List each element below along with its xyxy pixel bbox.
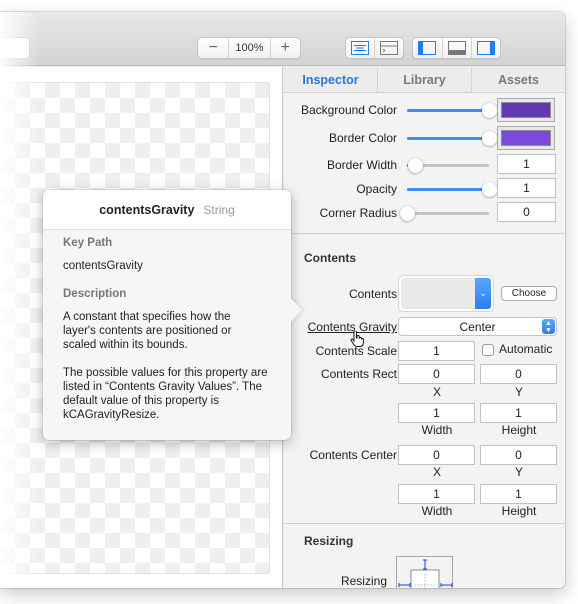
- width-caption: Width: [421, 423, 453, 437]
- background-color-row: Background Color: [284, 98, 565, 122]
- corner-radius-slider[interactable]: [400, 206, 489, 221]
- image-dropdown-button[interactable]: ⌄: [475, 278, 491, 309]
- toolbar: − 100% +: [0, 12, 565, 66]
- height-caption: Height: [501, 504, 537, 518]
- section-divider: [284, 233, 565, 234]
- background-color-swatch: [501, 102, 551, 118]
- resizing-section-title: Resizing: [304, 534, 354, 548]
- y-caption: Y: [514, 465, 523, 479]
- slider-knob[interactable]: [482, 103, 497, 118]
- slider-knob[interactable]: [400, 206, 415, 221]
- contents-image-well[interactable]: ⌄: [398, 275, 494, 312]
- background-color-slider[interactable]: [407, 103, 497, 118]
- height-caption: Height: [501, 423, 537, 437]
- inspector-panel: Inspector Library Assets Background Colo…: [284, 67, 565, 588]
- border-color-label: Border Color: [328, 131, 397, 145]
- border-color-row: Border Color: [284, 126, 565, 150]
- right-panel-icon: [476, 41, 495, 55]
- key-path-value: contentsGravity: [63, 260, 143, 272]
- editor-mode-control: [345, 37, 404, 59]
- zoom-control: − 100% +: [197, 37, 301, 59]
- border-color-swatch: [501, 130, 551, 146]
- border-width-row: Border Width 1: [284, 154, 565, 178]
- automatic-checkbox[interactable]: [482, 344, 494, 356]
- contents-rect-width-field[interactable]: 1: [398, 403, 475, 423]
- resizing-behavior-control[interactable]: [396, 556, 453, 588]
- choose-button[interactable]: Choose: [501, 286, 557, 301]
- slider-knob[interactable]: [482, 131, 497, 146]
- width-caption: Width: [421, 504, 453, 518]
- slider-knob[interactable]: [482, 182, 497, 197]
- description-title: Description: [63, 288, 127, 300]
- contents-center-label: Contents Center: [309, 448, 397, 462]
- zoom-level[interactable]: 100%: [228, 38, 269, 58]
- x-caption: X: [432, 385, 441, 399]
- border-color-well[interactable]: [497, 126, 555, 150]
- opacity-label: Opacity: [356, 182, 397, 196]
- toggle-left-panel-button[interactable]: [413, 38, 442, 58]
- code-editor-icon: [380, 41, 399, 55]
- property-help-popover: contentsGravity String Key Path contents…: [43, 190, 303, 440]
- x-caption: X: [432, 465, 441, 479]
- search-field[interactable]: [0, 37, 30, 59]
- description-paragraph-2: The possible values for this property ar…: [63, 367, 268, 421]
- corner-radius-field[interactable]: 0: [497, 202, 556, 222]
- automatic-label: Automatic: [499, 342, 553, 356]
- corner-radius-row: Corner Radius 0: [284, 202, 565, 226]
- border-width-field[interactable]: 1: [497, 154, 556, 174]
- resizing-behavior-label-line1: Resizing: [340, 574, 387, 588]
- panel-toggle-control: [412, 37, 501, 59]
- opacity-slider[interactable]: [407, 182, 497, 197]
- background-color-label: Background Color: [300, 103, 397, 117]
- tab-inspector[interactable]: Inspector: [284, 67, 377, 92]
- app-window: − 100% + Inspector Library Assets Backgr…: [0, 12, 565, 588]
- contents-rect-label: Contents Rect: [320, 367, 397, 381]
- toggle-bottom-panel-button[interactable]: [441, 38, 471, 58]
- background-color-well[interactable]: [497, 98, 555, 122]
- section-divider: [284, 523, 565, 524]
- border-width-label: Border Width: [326, 158, 397, 172]
- contents-scale-label: Contents Scale: [315, 344, 397, 358]
- zoom-out-button[interactable]: −: [198, 38, 228, 58]
- tab-library[interactable]: Library: [377, 67, 471, 92]
- popup-stepper-icon: ▲ ▼: [542, 319, 555, 334]
- left-panel-icon: [418, 41, 437, 55]
- contents-rect-y-field[interactable]: 0: [480, 364, 557, 384]
- corner-radius-label: Corner Radius: [319, 206, 397, 220]
- autoresizing-struts-icon: [398, 559, 453, 588]
- contents-gravity-value: Center: [459, 319, 496, 334]
- contents-center-y-field[interactable]: 0: [480, 445, 557, 465]
- opacity-field[interactable]: 1: [497, 178, 556, 198]
- border-color-slider[interactable]: [407, 131, 497, 146]
- popover-header: contentsGravity String: [43, 190, 291, 230]
- property-name: contentsGravity: [99, 202, 195, 217]
- contents-rect-height-field[interactable]: 1: [480, 403, 557, 423]
- contents-center-height-field[interactable]: 1: [480, 484, 557, 504]
- description-paragraph-1: A constant that specifies how the layer'…: [63, 311, 232, 351]
- key-path-title: Key Path: [63, 237, 113, 249]
- toggle-right-panel-button[interactable]: [470, 38, 500, 58]
- y-caption: Y: [514, 385, 523, 399]
- contents-section-title: Contents: [304, 251, 356, 265]
- tab-assets[interactable]: Assets: [471, 67, 565, 92]
- contents-gravity-popup[interactable]: Center ▲ ▼: [398, 317, 557, 336]
- border-width-slider[interactable]: [407, 158, 489, 173]
- property-type: String: [203, 202, 235, 217]
- contents-rect-x-field[interactable]: 0: [398, 364, 475, 384]
- resizing-behavior-label: Resizing: [341, 574, 387, 588]
- slider-knob[interactable]: [408, 158, 424, 173]
- panel-tabs: Inspector Library Assets: [284, 67, 565, 93]
- zoom-in-button[interactable]: +: [269, 38, 300, 58]
- design-mode-button[interactable]: [346, 38, 374, 58]
- bottom-panel-icon: [447, 41, 466, 55]
- chevron-down-icon: ⌄: [479, 288, 487, 298]
- contents-label: Contents: [348, 287, 397, 301]
- layout-editor-icon: [351, 41, 370, 55]
- contents-center-x-field[interactable]: 0: [398, 445, 475, 465]
- contents-center-width-field[interactable]: 1: [398, 484, 475, 504]
- contents-scale-field[interactable]: 1: [398, 341, 475, 361]
- opacity-row: Opacity 1: [284, 178, 565, 202]
- code-mode-button[interactable]: [374, 38, 403, 58]
